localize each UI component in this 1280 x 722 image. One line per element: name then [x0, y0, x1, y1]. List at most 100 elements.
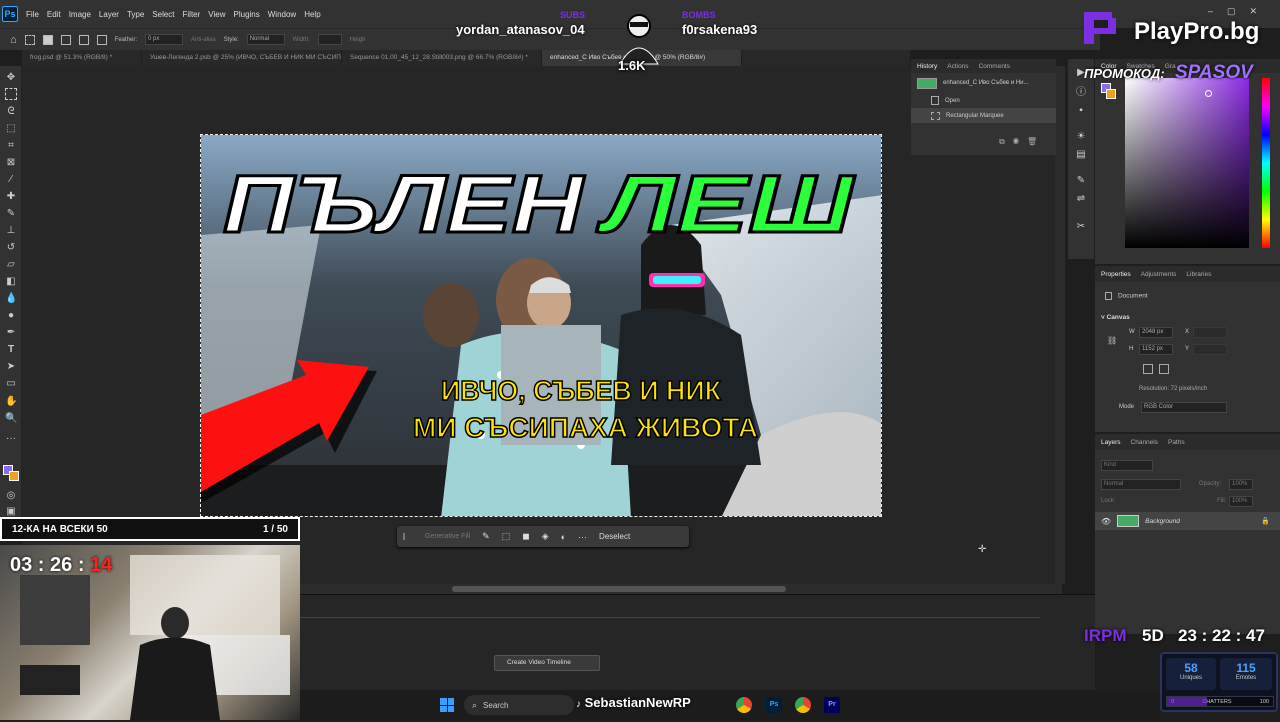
- color-background-swatch[interactable]: [1106, 89, 1116, 99]
- layer-lock-icon[interactable]: 🔒: [1261, 517, 1270, 525]
- chrome-icon-2[interactable]: [795, 697, 811, 713]
- history-item-open[interactable]: Open: [911, 93, 1056, 108]
- landscape-orientation-icon[interactable]: [1159, 364, 1169, 374]
- crop-tool-icon[interactable]: ⌗: [5, 140, 17, 152]
- menu-filter[interactable]: Filter: [183, 10, 201, 19]
- fill-selection-icon[interactable]: ◈: [542, 531, 549, 542]
- color-picker-field[interactable]: [1125, 78, 1249, 248]
- menu-type[interactable]: Type: [127, 10, 144, 19]
- history-item-marquee[interactable]: Rectangular Marquee: [911, 108, 1056, 123]
- windows-start-icon[interactable]: [440, 698, 454, 712]
- tab-comments[interactable]: Comments: [979, 63, 1010, 70]
- zoom-tool-icon[interactable]: 🔍: [5, 413, 17, 425]
- adjustment-icon[interactable]: ◐: [561, 532, 566, 542]
- mode-select[interactable]: RGB Color: [1141, 402, 1227, 413]
- frame-tool-icon[interactable]: ⊠: [5, 157, 17, 169]
- dodge-tool-icon[interactable]: ●: [5, 310, 17, 322]
- healing-brush-tool-icon[interactable]: ✚: [5, 191, 17, 203]
- modify-selection-icon[interactable]: ✎: [482, 531, 490, 542]
- lasso-tool-icon[interactable]: ᘓ: [5, 106, 17, 118]
- photoshop-taskbar-icon[interactable]: Ps: [766, 697, 782, 713]
- menu-window[interactable]: Window: [268, 10, 296, 19]
- hue-slider[interactable]: [1262, 78, 1270, 248]
- eraser-tool-icon[interactable]: ▱: [5, 259, 17, 271]
- deselect-button[interactable]: Deselect: [599, 532, 630, 541]
- x-field[interactable]: [1193, 327, 1227, 338]
- menu-image[interactable]: Image: [69, 10, 91, 19]
- marquee-tool-icon[interactable]: [24, 34, 35, 45]
- visibility-eye-icon[interactable]: 👁: [1101, 517, 1111, 526]
- canvas-section-label[interactable]: ˅ Canvas: [1101, 314, 1130, 321]
- rectangular-marquee-tool-icon[interactable]: [5, 88, 17, 100]
- color-picker-cursor[interactable]: [1205, 90, 1212, 97]
- tools-icon[interactable]: ✂: [1075, 221, 1087, 233]
- tab-frog[interactable]: frog.psd @ 51.3% (RGB/8) *: [22, 50, 142, 66]
- brush-settings-icon[interactable]: ✎: [1075, 175, 1087, 187]
- taskbar-search-box[interactable]: ⌕ Search: [464, 695, 574, 715]
- tab-layers[interactable]: Layers: [1101, 439, 1121, 446]
- chrome-icon[interactable]: [736, 697, 752, 713]
- history-brush-tool-icon[interactable]: ↺: [5, 242, 17, 254]
- tab-history[interactable]: History: [917, 63, 937, 70]
- portrait-orientation-icon[interactable]: [1143, 364, 1153, 374]
- link-dimensions-icon[interactable]: ⛓: [1107, 336, 1117, 345]
- comment-icon[interactable]: ▪: [1075, 105, 1087, 117]
- move-tool-icon[interactable]: ✥: [5, 72, 17, 84]
- feather-input[interactable]: 0 px: [145, 34, 184, 45]
- home-icon[interactable]: ⌂: [10, 34, 17, 46]
- height-field[interactable]: 1152 px: [1139, 344, 1173, 355]
- tab-libraries[interactable]: Libraries: [1186, 271, 1211, 278]
- more-options-icon[interactable]: ···: [578, 532, 587, 542]
- horizontal-scroll-thumb[interactable]: [452, 586, 786, 592]
- fill-field[interactable]: 100%: [1229, 496, 1253, 507]
- eyedropper-tool-icon[interactable]: ⁄: [5, 174, 17, 186]
- levels-icon[interactable]: ▤: [1075, 149, 1087, 161]
- mask-icon[interactable]: ◼: [522, 531, 529, 542]
- menu-file[interactable]: File: [26, 10, 39, 19]
- subtract-selection-icon[interactable]: [78, 34, 89, 45]
- menu-plugins[interactable]: Plugins: [234, 10, 260, 19]
- rectangle-tool-icon[interactable]: ▭: [5, 378, 17, 390]
- opacity-field[interactable]: 100%: [1229, 479, 1253, 490]
- tab-ushev-legenda[interactable]: Ушев-Легенда 2.psb @ 25% (ИВЧО, СЪБЕВ И …: [142, 50, 342, 66]
- hand-tool-icon[interactable]: ✋: [5, 396, 17, 408]
- tab-paths[interactable]: Paths: [1168, 439, 1185, 446]
- vertical-scrollbar[interactable]: [1055, 66, 1065, 584]
- quick-mask-icon[interactable]: ◎: [5, 490, 17, 502]
- width-field[interactable]: 2048 px: [1139, 327, 1173, 338]
- history-snapshot[interactable]: enhanced_С Иво Събев и Ни...: [911, 73, 1056, 93]
- path-selection-tool-icon[interactable]: ➤: [5, 361, 17, 373]
- pen-tool-icon[interactable]: ✒: [5, 327, 17, 339]
- tab-actions[interactable]: Actions: [947, 63, 968, 70]
- brightness-icon[interactable]: ☀: [1075, 131, 1087, 143]
- menu-edit[interactable]: Edit: [47, 10, 61, 19]
- object-select-tool-icon[interactable]: ⬚: [5, 123, 17, 135]
- sliders-icon[interactable]: ⇌: [1075, 193, 1087, 205]
- style-select[interactable]: Normal: [246, 34, 285, 45]
- transform-selection-icon[interactable]: ⬚: [502, 531, 511, 542]
- menu-view[interactable]: View: [208, 10, 225, 19]
- layer-row-background[interactable]: 👁 Background 🔒: [1095, 512, 1280, 530]
- blend-mode-select[interactable]: Normal: [1101, 479, 1181, 490]
- menu-select[interactable]: Select: [152, 10, 174, 19]
- tab-gradients[interactable]: Gra: [1165, 63, 1176, 70]
- menu-help[interactable]: Help: [304, 10, 320, 19]
- tab-adjustments[interactable]: Adjustments: [1141, 271, 1177, 278]
- width-input[interactable]: [317, 34, 342, 45]
- y-field[interactable]: [1193, 344, 1227, 355]
- create-video-timeline-button[interactable]: Create Video Timeline: [494, 655, 600, 671]
- photoshop-logo-icon[interactable]: Ps: [2, 6, 18, 22]
- tab-properties[interactable]: Properties: [1101, 271, 1131, 278]
- clone-stamp-tool-icon[interactable]: ⊥: [5, 225, 17, 237]
- blur-tool-icon[interactable]: 💧: [5, 293, 17, 305]
- tab-sequence[interactable]: Sequence 01.00_45_12_28.Still003.png @ 6…: [342, 50, 542, 66]
- background-color-swatch[interactable]: [9, 471, 19, 481]
- intersect-selection-icon[interactable]: [96, 34, 107, 45]
- info-icon[interactable]: ⓘ: [1075, 87, 1087, 99]
- brush-tool-icon[interactable]: ✎: [5, 208, 17, 220]
- new-selection-icon[interactable]: [42, 34, 53, 45]
- premiere-taskbar-icon[interactable]: Pr: [824, 697, 840, 713]
- generative-fill-button[interactable]: Generative Fill: [403, 533, 470, 540]
- document-canvas[interactable]: ПЪЛЕН ЛЕШ ИВЧО, СЪБЕВ И НИК МИ СЪСИПАХА …: [200, 134, 882, 517]
- layer-filter-kind[interactable]: Kind: [1101, 460, 1153, 471]
